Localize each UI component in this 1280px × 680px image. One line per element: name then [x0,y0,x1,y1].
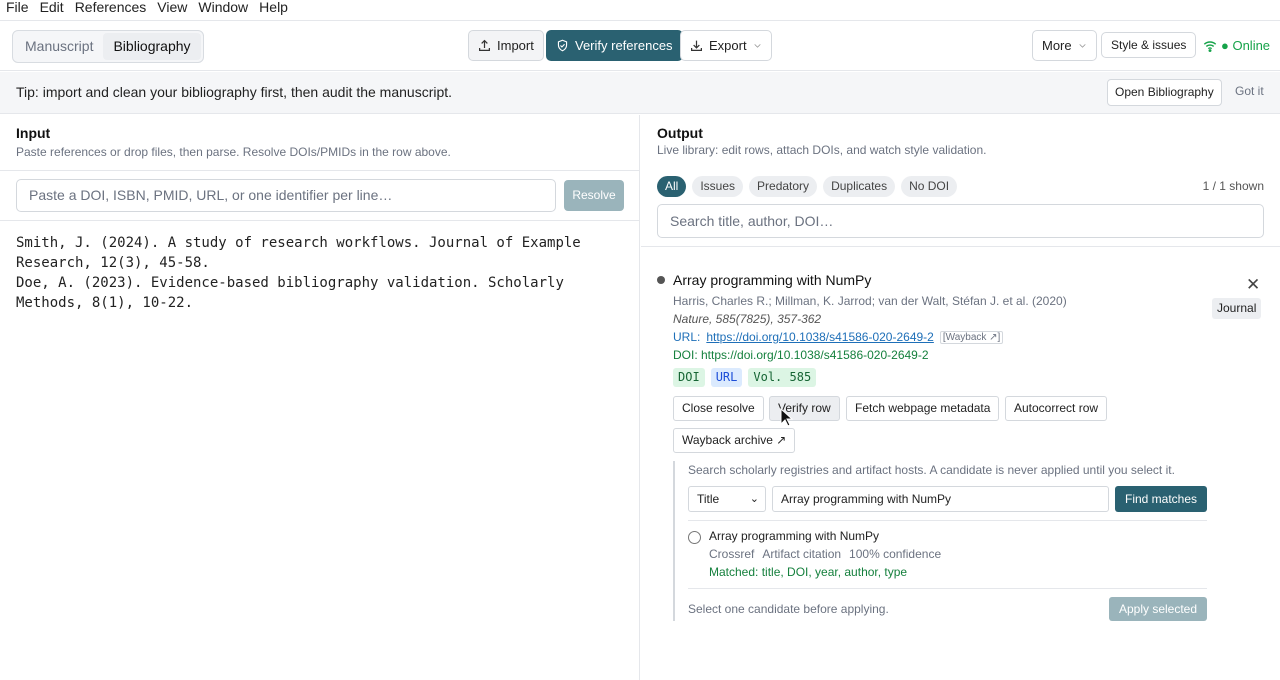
apply-selected-button[interactable]: Apply selected [1109,597,1207,621]
tip-text: Tip: import and clean your bibliography … [16,84,453,100]
filter-chips: All Issues Predatory Duplicates No DOI [657,176,958,197]
find-matches-button[interactable]: Find matches [1115,486,1207,512]
tab-manuscript[interactable]: Manuscript [15,33,103,60]
candidate-kind: Artifact citation [762,547,842,561]
record-journal: Nature, 585(7825), 357-362 [673,312,822,326]
apply-hint: Select one candidate before applying. [688,602,889,616]
record-url: URL: https://doi.org/10.1038/s41586-020-… [673,330,1004,344]
menu-help[interactable]: Help [259,0,288,14]
wayback-archive-button[interactable]: Wayback archive ↗ [673,428,796,453]
candidate-source: Crossref [709,547,755,561]
divider [688,588,1207,589]
menu-references[interactable]: References [75,0,147,14]
import-label: Import [497,38,534,53]
record-doi: DOI: https://doi.org/10.1038/s41586-020-… [673,348,929,362]
chevron-down-icon: ⌄ [749,493,759,505]
chevron-down-icon [1079,44,1086,48]
autocorrect-row-button[interactable]: Autocorrect row [1005,396,1108,421]
dismiss-tip-button[interactable]: Got it [1235,84,1264,98]
identifier-input[interactable]: Paste a DOI, ISBN, PMID, URL, or one ide… [16,179,556,212]
output-title: Output [657,125,703,141]
tip-banner: Tip: import and clean your bibliography … [0,72,1280,114]
filter-duplicates[interactable]: Duplicates [823,176,896,197]
candidate-title: Array programming with NumPy [709,529,880,543]
filter-all[interactable]: All [657,176,687,197]
candidate-meta: Crossref Artifact citation 100% confiden… [709,547,941,561]
menu-window[interactable]: Window [198,0,248,14]
shield-check-icon [557,39,568,52]
filter-no-doi[interactable]: No DOI [901,176,958,197]
menu-view[interactable]: View [157,0,187,14]
style-issues-button[interactable]: Style & issues [1101,32,1197,58]
candidate-radio[interactable] [688,531,701,544]
open-bibliography-button[interactable]: Open Bibliography [1107,79,1222,106]
output-pane: Output Live library: edit rows, attach D… [641,115,1280,680]
download-icon [691,40,702,51]
style-issues-label: Style & issues [1111,38,1187,52]
record-authors: Harris, Charles R.; Millman, K. Jarrod; … [673,294,1067,308]
record-tags: DOI URL Vol. 585 [673,368,817,387]
candidate-confidence: 100% confidence [849,547,942,561]
upload-icon [479,39,490,51]
resolve-panel: Search scholarly registries and artifact… [673,461,1207,621]
status-dot [657,276,665,284]
divider [0,170,640,171]
candidate-matched-fields: Matched: title, DOI, year, author, type [709,565,908,579]
url-label: URL: [673,330,701,344]
wayback-link[interactable]: [Wayback ↗] [939,330,1004,344]
results-count: 1 / 1 shown [1202,179,1264,193]
toolbar: Manuscript Bibliography Import Verify re… [0,20,1280,71]
more-label: More [1042,38,1072,53]
resolve-description: Search scholarly registries and artifact… [688,463,1175,477]
fetch-metadata-button[interactable]: Fetch webpage metadata [846,396,1000,421]
input-pane: Input Paste references or drop files, th… [0,115,640,680]
input-title: Input [16,125,51,141]
wifi-icon [1203,40,1217,52]
connection-status: ● Online [1203,38,1270,53]
query-input[interactable]: Array programming with NumPy [772,486,1109,512]
view-switcher: Manuscript Bibliography [12,30,204,63]
menu-bar: File Edit References View Window Help [0,0,1280,14]
mouse-pointer-icon [780,408,794,427]
references-textarea[interactable]: Smith, J. (2024). A study of research wo… [16,233,616,313]
record-title[interactable]: Array programming with NumPy [673,272,871,288]
filter-issues[interactable]: Issues [692,176,744,197]
import-button[interactable]: Import [468,30,544,61]
connection-status-label: ● Online [1221,38,1271,53]
divider [641,246,1280,247]
menu-edit[interactable]: Edit [40,0,64,14]
divider [688,520,1207,521]
library-search-input[interactable]: Search title, author, DOI… [657,204,1264,238]
output-subtitle: Live library: edit rows, attach DOIs, an… [657,143,987,157]
tag-doi: DOI [673,368,705,387]
tab-bibliography[interactable]: Bibliography [103,33,201,60]
menu-file[interactable]: File [6,0,29,14]
verify-references-button[interactable]: Verify references [546,30,683,61]
divider [0,220,640,221]
close-resolve-button[interactable]: Close resolve [673,396,764,421]
tag-url: URL [710,368,743,387]
resolve-button[interactable]: Resolve [564,180,624,211]
field-select[interactable]: Title ⌄ [688,486,766,512]
field-select-value: Title [697,492,720,506]
export-label: Export [709,38,747,53]
filter-predatory[interactable]: Predatory [749,176,818,197]
chevron-down-icon [753,44,761,48]
export-button[interactable]: Export [680,30,772,61]
record-url-link[interactable]: https://doi.org/10.1038/s41586-020-2649-… [706,330,934,344]
record-type-badge: Journal [1212,298,1262,319]
verify-references-label: Verify references [575,38,673,53]
close-icon[interactable]: ✕ [1246,275,1260,295]
tag-volume: Vol. 585 [748,368,817,387]
more-button[interactable]: More [1032,30,1097,61]
input-subtitle: Paste references or drop files, then par… [16,145,451,159]
